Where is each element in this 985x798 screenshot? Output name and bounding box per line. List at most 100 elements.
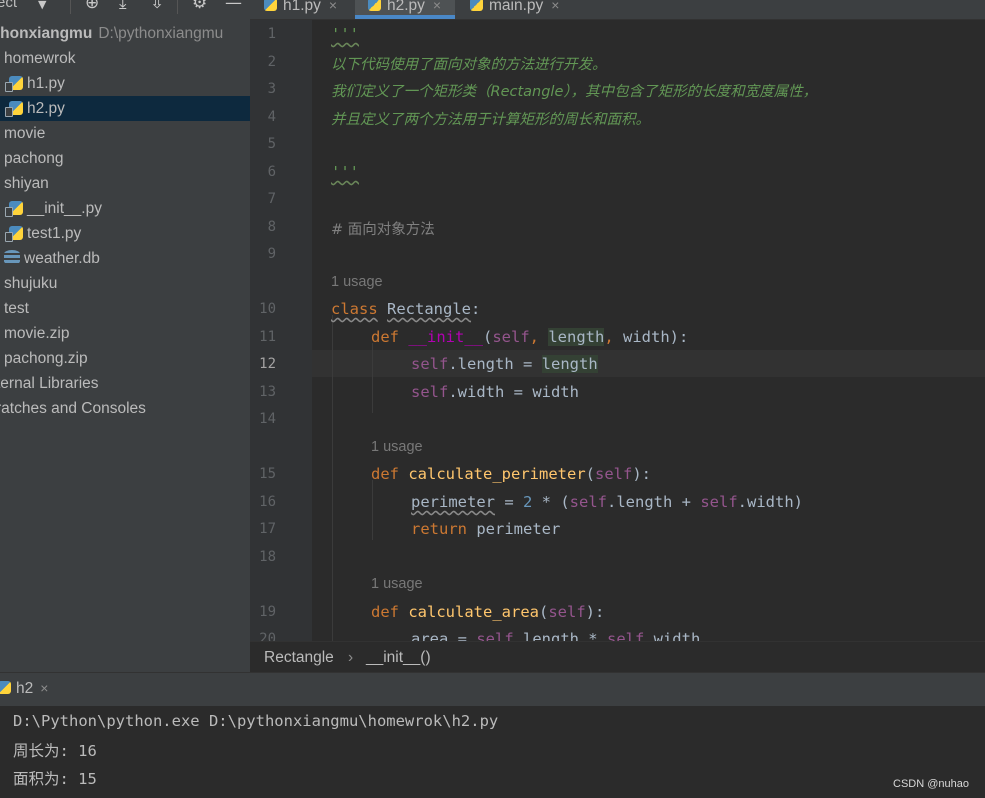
code-line-6: '''	[331, 163, 359, 181]
view-dropdown-icon[interactable]: ▼	[38, 0, 46, 11]
tree-item-movie-zip[interactable]: movie.zip	[0, 321, 250, 346]
tree-item-pachong[interactable]: pachong	[0, 146, 250, 171]
run-console[interactable]: D:\Python\python.exe D:\pythonxiangmu\ho…	[0, 706, 985, 798]
tree-item-shujuku[interactable]: shujuku	[0, 271, 250, 296]
tab-label: h2.py	[387, 0, 425, 14]
locate-file-icon[interactable]: ⊕	[85, 0, 99, 13]
close-icon[interactable]: ×	[551, 0, 559, 13]
usage-hint[interactable]: 1 usage	[331, 274, 383, 290]
line-number: 7	[267, 191, 276, 207]
line-number: 6	[267, 164, 276, 180]
tree-item-h1[interactable]: h1.py	[0, 71, 250, 96]
tree-item-movie[interactable]: movie	[0, 121, 250, 146]
line-number: 10	[259, 301, 276, 317]
tree-item-weather-db[interactable]: weather.db	[0, 246, 250, 271]
collapse-all-icon[interactable]: ⤓	[119, 0, 127, 13]
code-line-20: area = self.length * self.width	[411, 630, 701, 641]
console-line: D:\Python\python.exe D:\pythonxiangmu\ho…	[13, 712, 499, 730]
tree-item-shiyan[interactable]: shiyan	[0, 171, 250, 196]
line-number: 14	[259, 411, 276, 427]
hide-panel-icon[interactable]: —	[225, 0, 242, 13]
line-number: 11	[259, 329, 276, 345]
line-number: 13	[259, 384, 276, 400]
close-icon[interactable]: ×	[40, 680, 48, 696]
tree-item-init[interactable]: __init__.py	[0, 196, 250, 221]
line-number: 15	[259, 466, 276, 482]
run-tab-h2[interactable]: h2 ×	[0, 680, 48, 698]
breadcrumb-separator: ›	[348, 649, 354, 666]
line-number-current: 12	[259, 356, 276, 372]
project-toolbar: ect ▼ ⊕ ⤓ ⇳ ⚙ —	[0, 0, 250, 20]
code-line-16: perimeter = 2 * (self.length + self.widt…	[411, 493, 803, 511]
tree-item-label: movie.zip	[4, 325, 70, 342]
tree-item-label: ternal Libraries	[0, 375, 99, 392]
usage-hint[interactable]: 1 usage	[371, 576, 423, 592]
tree-item-label: pachong.zip	[4, 350, 88, 367]
breadcrumb-class[interactable]: Rectangle	[264, 649, 334, 667]
usage-hint[interactable]: 1 usage	[371, 439, 423, 455]
expand-all-icon[interactable]: ⇳	[150, 0, 164, 13]
code-editor[interactable]: ''' 以下代码使用了面向对象的方法进行开发。 我们定义了一个矩形类（Recta…	[312, 20, 985, 641]
project-panel: ect ▼ ⊕ ⤓ ⇳ ⚙ — thonxiangmu D:\pythonxian…	[0, 0, 250, 672]
close-icon[interactable]: ×	[329, 0, 337, 13]
tree-item-homewrok[interactable]: homewrok	[0, 46, 250, 71]
code-line-1: '''	[331, 25, 359, 43]
editor-tab-bar: h1.py × h2.py × main.py ×	[250, 0, 985, 20]
root-folder-path: D:\pythonxiangmu	[98, 25, 224, 42]
code-line-15: def calculate_perimeter(self):	[371, 465, 651, 483]
python-file-icon	[470, 0, 483, 11]
tree-item-pachong-zip[interactable]: pachong.zip	[0, 346, 250, 371]
tree-item-label: h1.py	[27, 75, 65, 92]
tree-item-scratches[interactable]: ratches and Consoles	[0, 396, 250, 421]
editor-gutter: 1 2 3 4 5 6 7 8 9 10 11 12 13 14 15 16 1…	[250, 20, 312, 641]
tree-item-label: h2.py	[27, 100, 65, 117]
tree-root[interactable]: thonxiangmu D:\pythonxiangmu	[0, 21, 250, 46]
close-icon[interactable]: ×	[433, 0, 441, 13]
line-number: 18	[259, 549, 276, 565]
python-file-icon	[5, 201, 23, 217]
line-number: 19	[259, 604, 276, 620]
indent-guide	[372, 480, 373, 540]
run-tool-window-header: h2 ×	[0, 672, 985, 707]
python-file-icon	[264, 0, 277, 11]
tab-h1[interactable]: h1.py ×	[264, 0, 337, 19]
python-file-icon	[5, 76, 23, 92]
code-line-8: # 面向对象方法	[331, 222, 435, 238]
code-line-12: self.length = length	[411, 355, 598, 373]
tree-item-label: shiyan	[4, 175, 49, 192]
tree-item-test1[interactable]: test1.py	[0, 221, 250, 246]
tree-item-label: homewrok	[4, 50, 76, 67]
tree-item-label: weather.db	[24, 250, 100, 267]
indent-guide	[372, 343, 373, 413]
gear-icon[interactable]: ⚙	[192, 0, 207, 13]
tab-label: main.py	[489, 0, 544, 14]
line-number: 8	[267, 219, 276, 235]
code-line-13: self.width = width	[411, 383, 579, 401]
python-file-icon	[368, 0, 381, 11]
code-line-19: def calculate_area(self):	[371, 603, 605, 621]
code-line-4: 并且定义了两个方法用于计算矩形的周长和面积。	[331, 112, 650, 128]
line-number: 16	[259, 494, 276, 510]
line-number: 4	[267, 109, 276, 125]
line-number: 2	[267, 54, 276, 70]
breadcrumb: Rectangle › __init__()	[250, 641, 985, 673]
tree-item-test[interactable]: test	[0, 296, 250, 321]
tree-item-label: test1.py	[27, 225, 82, 242]
tab-label: h1.py	[283, 0, 321, 14]
code-line-17: return perimeter	[411, 520, 561, 538]
tree-item-external-libraries[interactable]: ternal Libraries	[0, 371, 250, 396]
python-file-icon	[5, 101, 23, 117]
tree-item-label: test	[4, 300, 29, 317]
line-number: 3	[267, 81, 276, 97]
line-number: 17	[259, 521, 276, 537]
tree-item-label: __init__.py	[27, 200, 102, 217]
code-line-11: def __init__(self, length, width):	[371, 328, 689, 346]
tree-item-h2[interactable]: h2.py	[0, 96, 250, 121]
project-view-title[interactable]: ect	[0, 0, 17, 11]
tab-main[interactable]: main.py ×	[470, 0, 559, 19]
code-line-3: 我们定义了一个矩形类（Rectangle），其中包含了矩形的长度和宽度属性，	[331, 84, 818, 100]
tree-item-label: shujuku	[4, 275, 58, 292]
breadcrumb-method[interactable]: __init__()	[366, 649, 431, 667]
tab-h2[interactable]: h2.py ×	[355, 0, 456, 19]
line-number: 20	[259, 631, 276, 641]
